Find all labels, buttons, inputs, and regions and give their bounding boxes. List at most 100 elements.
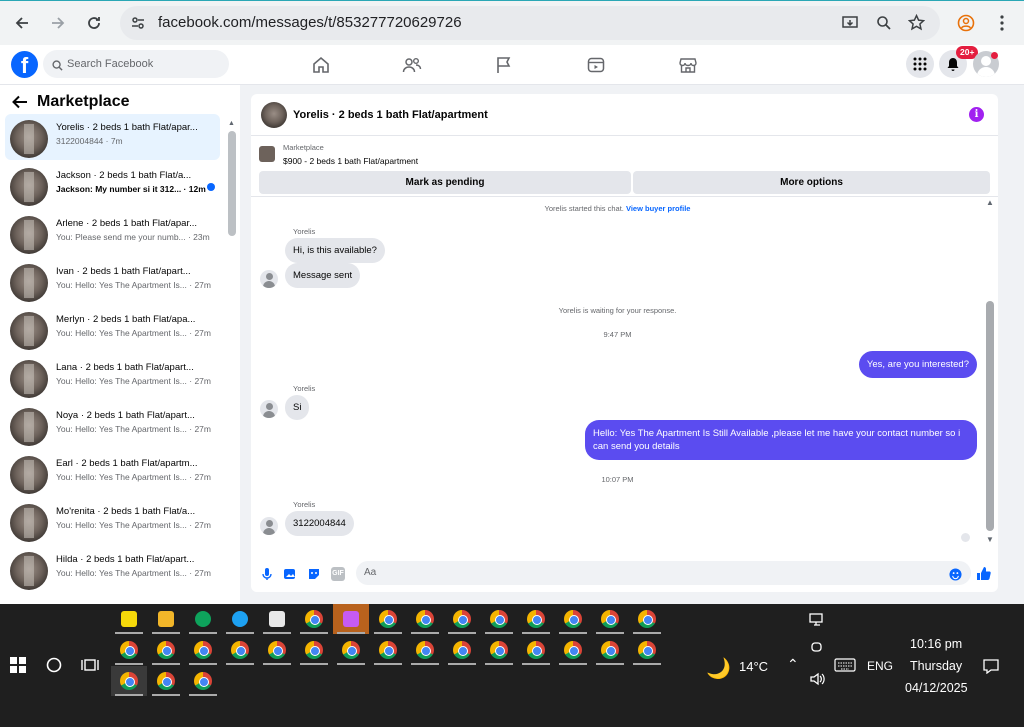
chrome-taskbar-icon[interactable] bbox=[481, 604, 517, 634]
message-composer: GIF Aa bbox=[251, 556, 998, 592]
like-thumbs-up-icon[interactable] bbox=[976, 566, 991, 580]
chat-title[interactable]: Yorelis · 2 beds 1 bath Flat/apartment bbox=[293, 109, 488, 121]
scroll-up-icon[interactable]: ▲ bbox=[986, 198, 994, 207]
pages-flag-icon[interactable] bbox=[494, 55, 514, 75]
chrome-taskbar-icon[interactable] bbox=[629, 604, 665, 634]
volume-icon[interactable] bbox=[809, 671, 827, 690]
chrome-taskbar-icon[interactable] bbox=[518, 604, 554, 634]
search-circle-icon[interactable] bbox=[36, 650, 72, 680]
conversation-item[interactable]: Earl · 2 beds 1 bath Flat/apartm... You: … bbox=[5, 450, 220, 496]
edge-taskbar-icon[interactable] bbox=[222, 604, 258, 634]
conversation-item[interactable]: Merlyn · 2 beds 1 bath Flat/apa... You: H… bbox=[5, 306, 220, 352]
photo-icon[interactable] bbox=[283, 567, 297, 581]
conversation-item[interactable]: Mo'renita · 2 beds 1 bath Flat/a... You: … bbox=[5, 498, 220, 544]
microphone-icon[interactable] bbox=[260, 567, 274, 581]
conversation-avatar bbox=[10, 456, 48, 494]
view-buyer-profile-link[interactable]: View buyer profile bbox=[626, 204, 690, 213]
notification-center-icon[interactable] bbox=[982, 658, 1000, 677]
chrome-taskbar-icon[interactable] bbox=[444, 635, 480, 665]
back-arrow-icon[interactable] bbox=[12, 95, 28, 114]
listing-thumbnail[interactable] bbox=[259, 146, 275, 162]
chrome-taskbar-icon[interactable] bbox=[592, 635, 628, 665]
chrome-taskbar-icon[interactable] bbox=[259, 635, 295, 665]
conversation-item[interactable]: Hilda · 2 beds 1 bath Flat/apart... You: … bbox=[5, 546, 220, 592]
chrome-taskbar-icon[interactable] bbox=[407, 635, 443, 665]
bookmark-star-icon[interactable] bbox=[907, 13, 926, 36]
clock-date[interactable]: 04/12/2025 bbox=[905, 681, 968, 695]
temperature[interactable]: 14°C bbox=[739, 659, 768, 674]
chrome-taskbar-icon[interactable] bbox=[185, 666, 221, 696]
marketplace-icon[interactable] bbox=[678, 55, 698, 75]
windows-start-icon[interactable] bbox=[0, 650, 36, 680]
clock-time[interactable]: 10:16 pm bbox=[910, 637, 962, 651]
network-icon[interactable] bbox=[808, 612, 826, 631]
chrome-taskbar-icon[interactable] bbox=[222, 635, 258, 665]
chrome-taskbar-icon[interactable] bbox=[296, 635, 332, 665]
copilot-taskbar-icon[interactable] bbox=[333, 604, 369, 634]
info-icon[interactable]: i bbox=[969, 107, 984, 122]
forward-icon[interactable] bbox=[44, 9, 72, 37]
chrome-taskbar-icon[interactable] bbox=[296, 604, 332, 634]
sticker-icon[interactable] bbox=[307, 567, 321, 581]
chrome-taskbar-icon[interactable] bbox=[629, 635, 665, 665]
more-options-button[interactable]: More options bbox=[633, 171, 990, 194]
chrome-taskbar-icon[interactable] bbox=[370, 635, 406, 665]
friends-icon[interactable] bbox=[402, 55, 422, 75]
conversation-item[interactable]: Arlene · 2 beds 1 bath Flat/apar... You: … bbox=[5, 210, 220, 256]
chrome-taskbar-icon[interactable] bbox=[481, 635, 517, 665]
chrome-taskbar-icon[interactable] bbox=[111, 666, 147, 696]
meet-now-icon[interactable] bbox=[810, 640, 824, 659]
conversation-item[interactable]: Noya · 2 beds 1 bath Flat/apart... You: H… bbox=[5, 402, 220, 448]
chrome-taskbar-icon[interactable] bbox=[148, 666, 184, 696]
language-indicator[interactable]: ENG bbox=[867, 659, 893, 673]
contact-avatar[interactable] bbox=[261, 102, 287, 128]
keyboard-icon[interactable] bbox=[834, 658, 856, 675]
scroll-down-icon[interactable]: ▼ bbox=[986, 535, 994, 544]
install-app-icon[interactable] bbox=[842, 15, 858, 36]
conversation-item[interactable]: Jackson · 2 beds 1 bath Flat/a... Jackson… bbox=[5, 162, 220, 208]
chrome-taskbar-icon[interactable] bbox=[185, 635, 221, 665]
weather-moon-icon[interactable]: 🌙 bbox=[706, 656, 731, 681]
chrome-taskbar-icon[interactable] bbox=[148, 635, 184, 665]
reload-icon[interactable] bbox=[80, 9, 108, 37]
conversation-item[interactable]: Ivan · 2 beds 1 bath Flat/apart... You: H… bbox=[5, 258, 220, 304]
app-taskbar-icon[interactable] bbox=[185, 604, 221, 634]
listing-price[interactable]: $900 - 2 beds 1 bath Flat/apartment bbox=[283, 156, 418, 166]
chrome-taskbar-icon[interactable] bbox=[407, 604, 443, 634]
emoji-icon[interactable] bbox=[949, 568, 963, 582]
notes-taskbar-icon[interactable] bbox=[111, 604, 147, 634]
site-settings-icon[interactable] bbox=[130, 15, 146, 36]
chrome-taskbar-icon[interactable] bbox=[555, 604, 591, 634]
chrome-taskbar-icon[interactable] bbox=[555, 635, 591, 665]
tray-chevron-up-icon[interactable]: ⌃ bbox=[787, 656, 799, 673]
chrome-taskbar-icon[interactable] bbox=[518, 635, 554, 665]
folder-taskbar-icon[interactable] bbox=[148, 604, 184, 634]
menu-kebab-icon[interactable] bbox=[988, 9, 1016, 37]
zoom-icon[interactable] bbox=[876, 15, 892, 36]
task-view-icon[interactable] bbox=[72, 650, 108, 680]
menu-grid-icon[interactable] bbox=[906, 50, 934, 78]
search-input[interactable]: Search Facebook bbox=[43, 50, 229, 78]
paint-taskbar-icon[interactable] bbox=[259, 604, 295, 634]
facebook-logo-icon[interactable]: f bbox=[11, 51, 38, 78]
chrome-taskbar-icon[interactable] bbox=[592, 604, 628, 634]
address-bar[interactable]: facebook.com/messages/t/853277720629726 bbox=[120, 6, 940, 40]
clock-day[interactable]: Thursday bbox=[910, 659, 962, 673]
scroll-up-icon[interactable]: ▲ bbox=[228, 120, 235, 127]
conversation-avatar bbox=[10, 120, 48, 158]
back-icon[interactable] bbox=[8, 9, 36, 37]
profile-icon[interactable] bbox=[952, 9, 980, 37]
mark-as-pending-button[interactable]: Mark as pending bbox=[259, 171, 631, 194]
gif-icon[interactable]: GIF bbox=[331, 567, 345, 581]
chrome-taskbar-icon[interactable] bbox=[111, 635, 147, 665]
chrome-taskbar-icon[interactable] bbox=[444, 604, 480, 634]
sidebar-scrollbar[interactable] bbox=[228, 131, 236, 236]
chrome-taskbar-icon[interactable] bbox=[333, 635, 369, 665]
conversation-item[interactable]: Lana · 2 beds 1 bath Flat/apart... You: H… bbox=[5, 354, 220, 400]
chrome-taskbar-icon[interactable] bbox=[370, 604, 406, 634]
conversation-item[interactable]: Yorelis · 2 beds 1 bath Flat/apar... 3122… bbox=[5, 114, 220, 160]
video-icon[interactable] bbox=[586, 55, 606, 75]
home-icon[interactable] bbox=[311, 55, 331, 75]
message-input[interactable]: Aa bbox=[356, 561, 971, 585]
chat-scrollbar[interactable]: ▲ ▼ bbox=[986, 198, 994, 554]
